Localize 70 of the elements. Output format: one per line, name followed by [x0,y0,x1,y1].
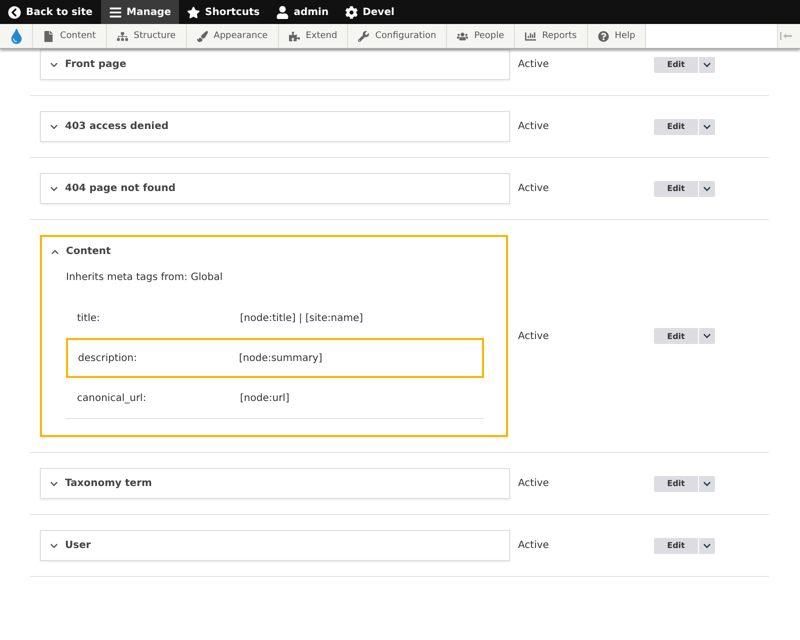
status-text: Active [518,121,550,132]
puzzle-icon [288,30,300,42]
inherits-text: Inherits meta tags from: Global [66,272,224,283]
chevron-down-icon [703,480,711,488]
toolbar-tab[interactable]: Shortcuts [179,0,268,24]
settings-icon [344,6,358,18]
tag-name: title: [77,312,101,324]
accordion-header[interactable]: 403 access denied [41,112,509,141]
accordion-header[interactable]: User [41,531,509,560]
chevron-down-icon [703,60,711,68]
tag-name: canonical_url: [77,392,148,404]
edit-button[interactable]: Edit [654,180,698,196]
tray-menu-item[interactable]: Structure [106,24,187,48]
chevron-down-icon [50,542,58,550]
tag-value: [node:summary] [239,352,324,364]
tray-menu-item[interactable]: People [447,24,516,48]
edit-button[interactable]: Edit [654,118,698,134]
dropdown-toggle[interactable] [699,538,715,554]
chevron-up-icon [51,248,59,256]
tray-menu-item[interactable]: Help [588,24,646,48]
accordion-header[interactable]: Front page [41,50,509,79]
tag-name: description: [78,352,138,364]
back-icon [8,6,21,18]
wrench-icon [358,30,370,42]
accordion-header[interactable]: 404 page not found [41,174,509,203]
file-icon [43,30,54,42]
chevron-down-icon [703,332,711,340]
status-text: Active [518,540,550,551]
tag-value: [node:url] [240,392,290,404]
tray-menu-item[interactable]: Extend [278,24,348,48]
tray-menu-item[interactable]: Appearance [186,24,279,48]
chevron-down-icon [50,122,58,130]
sitemap-icon [116,30,128,42]
status-text: Active [518,59,550,70]
status-text: Active [518,478,550,489]
edit-button[interactable]: Edit [654,328,698,344]
accordion-header[interactable]: Content [42,237,506,266]
chevron-down-icon [703,122,711,130]
dropdown-toggle[interactable] [699,476,715,492]
chevron-down-icon [50,184,58,192]
toolbar-tab[interactable]: Devel [336,0,402,24]
bar-chart-icon [525,30,536,42]
status-text: Active [518,183,550,194]
dropdown-toggle[interactable] [699,328,715,344]
chevron-down-icon [50,60,58,68]
chevron-down-icon [703,542,711,550]
tag-value: [node:title] | [site:name] [240,312,364,324]
toolbar-tab[interactable]: admin [268,0,337,24]
chevron-down-icon [703,184,711,192]
user-icon [276,6,289,18]
accordion-header[interactable]: Taxonomy term [41,469,509,498]
people-icon [457,30,468,42]
dropdown-toggle[interactable] [699,118,715,134]
star-icon [187,6,200,18]
dropdown-toggle[interactable] [699,56,715,72]
status-text: Active [518,330,550,342]
help-icon [598,30,609,42]
edit-button[interactable]: Edit [654,56,698,72]
drop-logo-icon[interactable] [8,28,24,44]
tray-menu-item[interactable]: Content [33,24,107,48]
brush-icon [196,30,208,42]
chevron-down-icon [50,480,58,488]
edit-button[interactable]: Edit [654,476,698,492]
tray-menu-item[interactable]: Reports [515,24,588,48]
toolbar-tab[interactable]: Manage [100,0,180,24]
tray-menu-item[interactable]: Configuration [348,24,448,48]
edit-button[interactable]: Edit [654,538,698,554]
toolbar-tab[interactable]: Back to site [0,0,101,24]
dropdown-toggle[interactable] [699,180,715,196]
menu-icon [108,6,122,18]
